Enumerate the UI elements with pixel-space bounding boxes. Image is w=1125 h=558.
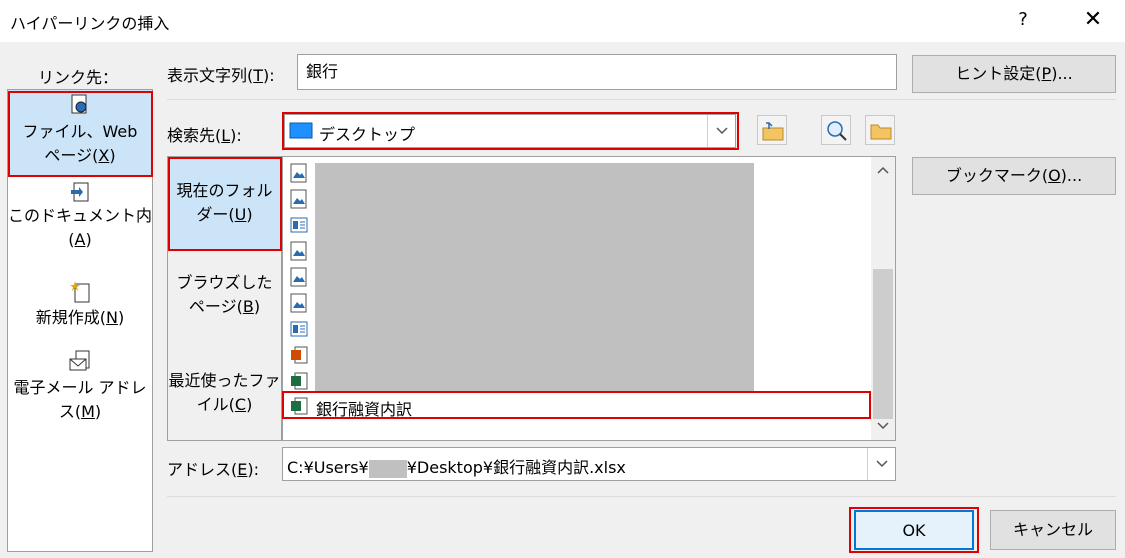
address-dropdown-arrow[interactable]	[867, 448, 896, 480]
annotation-box-current-folder	[168, 157, 282, 251]
up-folder-button[interactable]	[757, 115, 787, 145]
document-icon	[71, 182, 89, 202]
nav-browsed-pages[interactable]: ブラウズした ページ(B)	[168, 271, 281, 331]
image-file-icon	[290, 267, 307, 287]
browse-file-button[interactable]	[865, 115, 895, 145]
image-file-icon	[290, 189, 307, 209]
address-value: C:¥Users¥ ¥Desktop¥銀行融資内訳.xlsx	[287, 458, 626, 478]
web-file-icon	[290, 321, 308, 337]
accel-key: A	[74, 230, 86, 249]
accel-key: M	[81, 402, 95, 421]
annotation-box-link-to	[8, 91, 153, 177]
web-file-icon	[290, 217, 308, 233]
insert-hyperlink-dialog: ハイパーリンクの挿入 ? ✕ リンク先： ファイル、Web ページ(X) このド…	[0, 0, 1125, 558]
chevron-down-icon[interactable]	[877, 421, 889, 431]
nav-browsed-pages-line2: ページ(	[188, 297, 243, 316]
separator	[167, 99, 1116, 100]
scrollbar-thumb[interactable]	[873, 269, 893, 419]
nav-recent-files[interactable]: 最近使ったファ イル(C)	[168, 369, 281, 429]
address-label: アドレス(E):	[167, 460, 259, 479]
address-input[interactable]: C:¥Users¥ ¥Desktop¥銀行融資内訳.xlsx	[282, 447, 896, 481]
accel-key: C	[234, 395, 247, 414]
annotation-box-ok	[849, 507, 979, 553]
browse-web-button[interactable]	[821, 115, 851, 145]
link-to-email-line1: 電子メール アドレ	[13, 378, 147, 397]
link-to-this-document-line1: このドキュメント内	[8, 206, 153, 225]
look-in-label: 検索先(L):	[167, 126, 242, 145]
window-title: ハイパーリンクの挿入	[10, 14, 170, 33]
display-text-input[interactable]: 銀行	[297, 54, 897, 90]
nav-browsed-pages-line1: ブラウズした	[176, 273, 273, 292]
close-button[interactable]: ✕	[1073, 5, 1113, 35]
link-to-new-document[interactable]: 新規作成(N)	[8, 278, 152, 340]
bookmark-button[interactable]: ブックマーク(O)...	[912, 157, 1116, 195]
accel-close: )	[117, 308, 125, 327]
accel-close: )	[94, 402, 102, 421]
nav-recent-files-line1: 最近使ったファ	[168, 371, 281, 390]
annotation-box-selected-file	[282, 391, 871, 419]
new-document-icon	[70, 281, 90, 303]
separator	[167, 496, 1116, 497]
excel-file-icon	[291, 372, 308, 390]
accel-close: )	[253, 297, 261, 316]
nav-recent-files-line2: イル(	[196, 395, 235, 414]
screentip-button[interactable]: ヒント設定(P)...	[912, 55, 1116, 93]
accel-key: N	[106, 308, 118, 327]
link-to-new-document-label: 新規作成(	[35, 308, 107, 327]
chevron-down-icon	[876, 460, 888, 468]
accel-close: )	[85, 230, 92, 249]
powerpoint-file-icon	[291, 346, 308, 364]
title-bar: ハイパーリンクの挿入 ? ✕	[0, 0, 1125, 42]
image-file-icon	[290, 163, 307, 183]
file-list-scrollbar[interactable]	[871, 157, 895, 440]
redacted-username	[368, 459, 407, 478]
web-search-icon	[827, 121, 847, 141]
chevron-up-icon[interactable]	[877, 165, 889, 175]
image-file-icon	[290, 241, 307, 261]
folder-up-icon	[762, 122, 784, 141]
accel-key: B	[242, 297, 254, 316]
annotation-box-look-in	[282, 112, 739, 150]
image-file-icon	[290, 293, 307, 313]
folder-open-icon	[870, 124, 892, 140]
email-icon	[69, 350, 90, 371]
link-to-this-document[interactable]: このドキュメント内 (A)	[8, 180, 152, 260]
link-to-email-address[interactable]: 電子メール アドレ ス(M)	[8, 348, 152, 428]
link-to-email-line2: ス(	[58, 402, 82, 421]
accel-close: )	[246, 395, 253, 414]
help-button[interactable]: ?	[1008, 5, 1038, 35]
cancel-button[interactable]: キャンセル	[990, 510, 1116, 550]
redacted-file-names	[315, 163, 754, 393]
link-to-label: リンク先：	[38, 68, 119, 87]
display-text-label: 表示文字列(T):	[167, 66, 275, 85]
